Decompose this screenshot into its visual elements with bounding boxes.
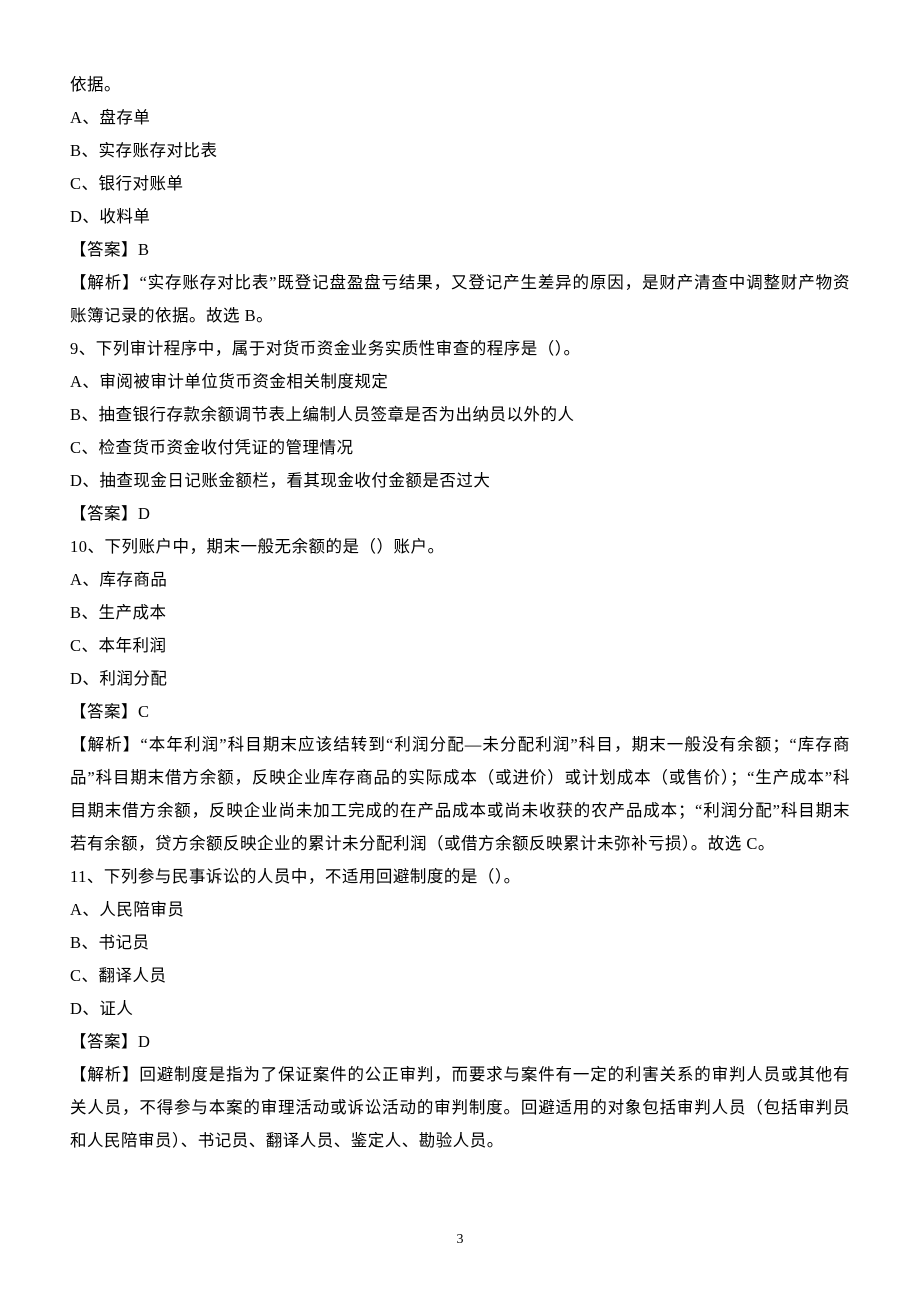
- option-d: D、收料单: [70, 200, 850, 233]
- explanation-line: 【解析】回避制度是指为了保证案件的公正审判，而要求与案件有一定的利害关系的审判人…: [70, 1058, 850, 1157]
- option-b: B、书记员: [70, 926, 850, 959]
- explanation-line: 【解析】“本年利润”科目期末应该结转到“利润分配—未分配利润”科目，期末一般没有…: [70, 728, 850, 860]
- page-number: 3: [0, 1226, 920, 1254]
- option-c: C、本年利润: [70, 629, 850, 662]
- option-c: C、翻译人员: [70, 959, 850, 992]
- answer-line: 【答案】C: [70, 695, 850, 728]
- question-line: 10、下列账户中，期末一般无余额的是（）账户。: [70, 530, 850, 563]
- question-line: 9、下列审计程序中，属于对货币资金业务实质性审查的程序是（）。: [70, 332, 850, 365]
- answer-line: 【答案】D: [70, 497, 850, 530]
- option-b: B、实存账存对比表: [70, 134, 850, 167]
- option-b: B、生产成本: [70, 596, 850, 629]
- option-a: A、库存商品: [70, 563, 850, 596]
- option-a: A、审阅被审计单位货币资金相关制度规定: [70, 365, 850, 398]
- option-b: B、抽查银行存款余额调节表上编制人员签章是否为出纳员以外的人: [70, 398, 850, 431]
- option-d: D、证人: [70, 992, 850, 1025]
- answer-line: 【答案】D: [70, 1025, 850, 1058]
- document-body: 依据。 A、盘存单 B、实存账存对比表 C、银行对账单 D、收料单 【答案】B …: [70, 68, 850, 1157]
- option-a: A、人民陪审员: [70, 893, 850, 926]
- option-d: D、利润分配: [70, 662, 850, 695]
- option-c: C、检查货币资金收付凭证的管理情况: [70, 431, 850, 464]
- answer-line: 【答案】B: [70, 233, 850, 266]
- text-line: 依据。: [70, 68, 850, 101]
- option-a: A、盘存单: [70, 101, 850, 134]
- option-d: D、抽查现金日记账金额栏，看其现金收付金额是否过大: [70, 464, 850, 497]
- option-c: C、银行对账单: [70, 167, 850, 200]
- explanation-line: 【解析】“实存账存对比表”既登记盘盈盘亏结果，又登记产生差异的原因，是财产清查中…: [70, 266, 850, 332]
- question-line: 11、下列参与民事诉讼的人员中，不适用回避制度的是（）。: [70, 860, 850, 893]
